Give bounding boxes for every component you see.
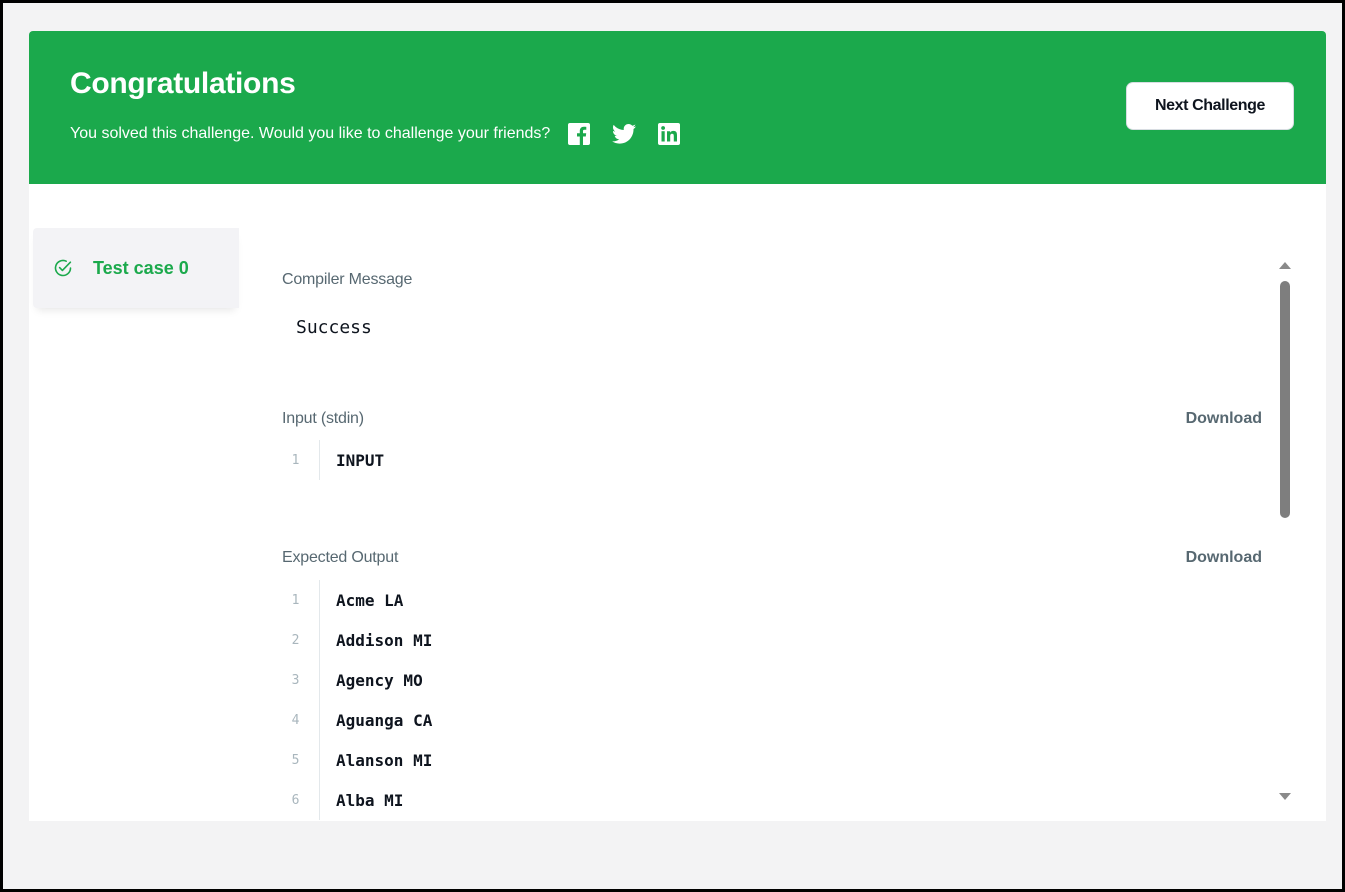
input-label: Input (stdin) — [282, 410, 364, 427]
facebook-icon[interactable] — [568, 123, 591, 145]
compiler-message-label: Compiler Message — [282, 271, 413, 288]
compiler-message: Success — [296, 317, 372, 338]
page-frame: Congratulations You solved this challeng… — [0, 0, 1345, 892]
banner-subtitle-row: You solved this challenge. Would you lik… — [70, 123, 681, 145]
line-number: 1 — [282, 440, 320, 480]
test-case-label: Test case 0 — [93, 258, 189, 278]
next-challenge-button[interactable]: Next Challenge — [1126, 82, 1294, 130]
check-circle-icon — [53, 258, 73, 283]
scroll-down-arrow-icon[interactable] — [1279, 793, 1291, 800]
twitter-icon[interactable] — [612, 124, 637, 144]
code-line: 3 Agency MO — [282, 660, 432, 700]
line-text: INPUT — [336, 450, 385, 470]
input-code-block: 1 INPUT — [282, 440, 384, 480]
expected-output-code-block: 1 Acme LA 2 Addison MI 3 Agency MO 4 Agu… — [282, 580, 432, 820]
tab-test-case-0[interactable]: Test case 0 — [33, 228, 239, 308]
linkedin-icon[interactable] — [658, 123, 681, 145]
scroll-up-arrow-icon[interactable] — [1279, 262, 1291, 269]
line-number: 2 — [282, 620, 320, 660]
line-number: 3 — [282, 660, 320, 700]
expected-output-label: Expected Output — [282, 549, 399, 566]
code-line: 2 Addison MI — [282, 620, 432, 660]
scroll-thumb[interactable] — [1280, 281, 1290, 518]
expected-output-download-link[interactable]: Download — [1186, 549, 1262, 567]
code-line: 6 Alba MI — [282, 780, 432, 820]
banner-title: Congratulations — [70, 67, 296, 100]
line-text: Alba MI — [336, 790, 404, 810]
line-text: Aguanga CA — [336, 710, 433, 730]
success-banner: Congratulations You solved this challeng… — [29, 31, 1326, 184]
social-share-group — [568, 123, 681, 145]
code-line: 5 Alanson MI — [282, 740, 432, 780]
results-panel: Test case 0 Compiler Message Success Inp… — [29, 184, 1326, 821]
line-number: 1 — [282, 580, 320, 620]
code-line: 1 Acme LA — [282, 580, 432, 620]
line-number: 4 — [282, 700, 320, 740]
banner-subtitle: You solved this challenge. Would you lik… — [70, 125, 551, 142]
line-number: 6 — [282, 780, 320, 820]
line-text: Agency MO — [336, 670, 423, 690]
line-text: Alanson MI — [336, 750, 433, 770]
output-scrollbar[interactable] — [1273, 250, 1297, 810]
input-download-link[interactable]: Download — [1186, 410, 1262, 428]
code-line: 4 Aguanga CA — [282, 700, 432, 740]
line-number: 5 — [282, 740, 320, 780]
line-text: Acme LA — [336, 590, 404, 610]
line-text: Addison MI — [336, 630, 433, 650]
code-line: 1 INPUT — [282, 440, 384, 480]
